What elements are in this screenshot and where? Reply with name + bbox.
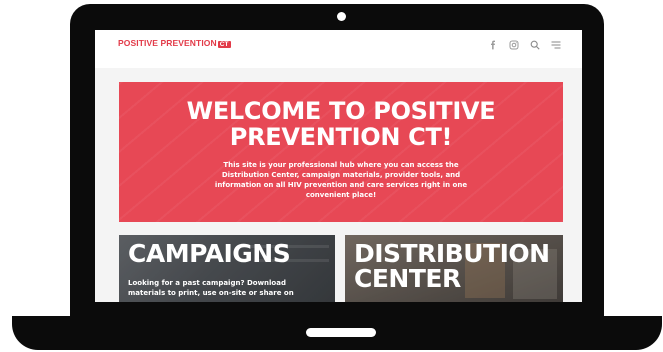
campaigns-description: Looking for a past campaign? Download ma… bbox=[128, 279, 294, 297]
search-icon[interactable] bbox=[530, 40, 540, 50]
trackpad-notch bbox=[306, 328, 376, 337]
hero-title: WELCOME TO POSITIVE PREVENTION CT! bbox=[119, 98, 563, 150]
instagram-icon[interactable] bbox=[509, 40, 519, 50]
distribution-center-card[interactable]: DISTRIBUTION CENTER bbox=[345, 235, 563, 302]
distribution-title: DISTRIBUTION CENTER bbox=[354, 241, 550, 291]
welcome-hero-banner: WELCOME TO POSITIVE PREVENTION CT! This … bbox=[119, 82, 563, 222]
hero-title-line2: PREVENTION CT! bbox=[229, 123, 453, 151]
campaigns-title: CAMPAIGNS bbox=[128, 239, 291, 268]
logo-badge: CT bbox=[217, 41, 231, 48]
distribution-title-line2: CENTER bbox=[354, 264, 461, 293]
campaigns-card[interactable]: CAMPAIGNS Looking for a past campaign? D… bbox=[119, 235, 335, 302]
site-header: POSITIVE PREVENTION CT bbox=[95, 30, 582, 68]
site-logo[interactable]: POSITIVE PREVENTION CT bbox=[118, 38, 231, 48]
website-screen: POSITIVE PREVENTION CT WELCOME TO POSITI… bbox=[95, 30, 582, 302]
hero-description: This site is your professional hub where… bbox=[214, 161, 468, 199]
header-icons bbox=[488, 40, 561, 50]
webcam-icon bbox=[337, 12, 346, 21]
menu-icon[interactable] bbox=[551, 40, 561, 50]
facebook-icon[interactable] bbox=[488, 40, 498, 50]
logo-text: POSITIVE PREVENTION bbox=[118, 38, 217, 48]
hero-title-line1: WELCOME TO POSITIVE bbox=[186, 97, 496, 125]
